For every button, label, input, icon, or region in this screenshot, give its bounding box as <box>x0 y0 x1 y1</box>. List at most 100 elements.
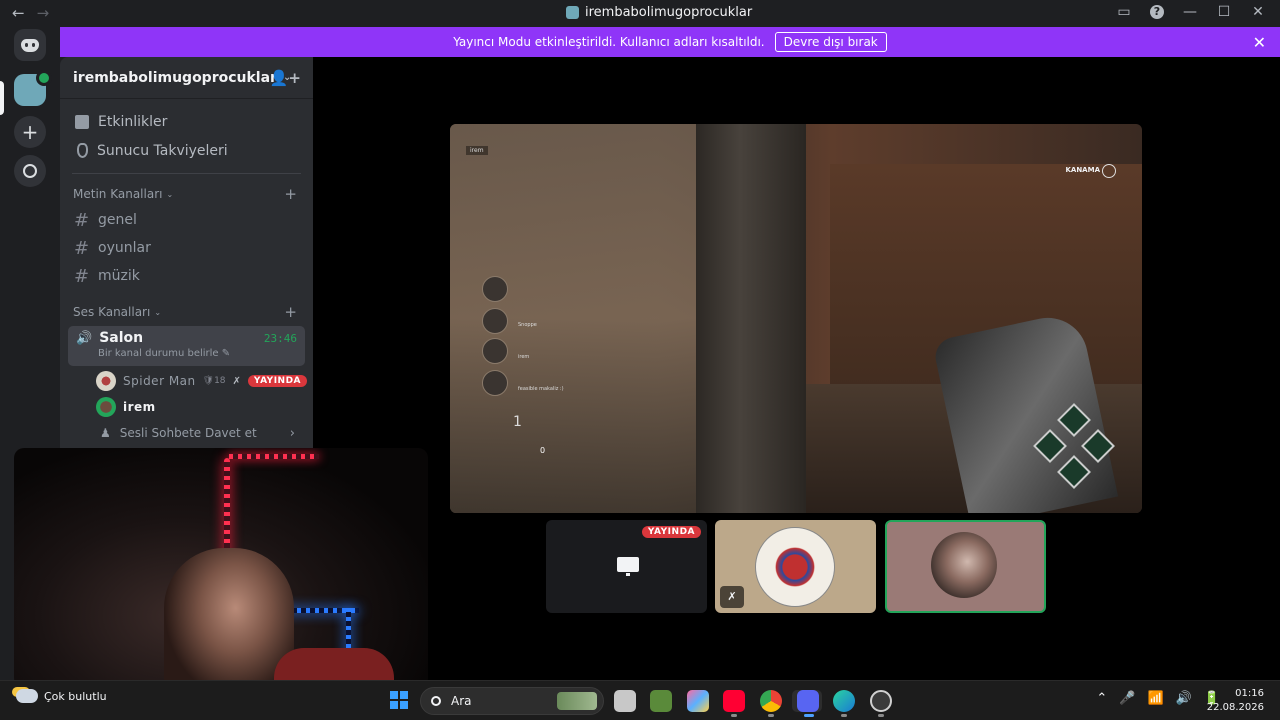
minimize-button[interactable]: — <box>1182 4 1198 20</box>
wifi-icon[interactable]: 📶 <box>1147 691 1163 706</box>
voice-stage: irem KANAMA ⠀ Snoppe irem feasible makal… <box>313 57 1280 680</box>
clock-date: 22.08.2026 <box>1206 702 1264 713</box>
participant-tile-spider-man[interactable]: ✗ <box>715 520 876 613</box>
channel-muzik[interactable]: # müzik <box>60 262 313 290</box>
volume-icon[interactable]: 🔊 <box>1176 691 1192 706</box>
inbox-icon[interactable]: ▭ <box>1116 4 1132 20</box>
discord-logo-icon <box>21 38 39 52</box>
divider <box>72 173 301 174</box>
window-title-text: irembabolimugoprocuklar <box>585 5 753 20</box>
hash-icon: # <box>74 209 90 231</box>
avatar <box>755 527 835 607</box>
active-indicator <box>804 714 814 717</box>
close-banner-icon[interactable]: ✕ <box>1253 33 1266 52</box>
start-button[interactable] <box>390 691 408 709</box>
hash-icon: # <box>74 265 90 287</box>
chrome-icon[interactable] <box>760 690 782 712</box>
running-indicator <box>768 714 774 717</box>
task-view-icon[interactable] <box>614 690 636 712</box>
item-counter: 0 <box>540 446 546 455</box>
clock-time: 01:16 <box>1235 688 1264 699</box>
text-channels-category[interactable]: Metin Kanalları ⌄ + <box>60 182 313 206</box>
running-indicator <box>878 714 884 717</box>
youtube-icon[interactable] <box>723 690 745 712</box>
channel-oyunlar[interactable]: # oyunlar <box>60 234 313 262</box>
boost-icon <box>77 143 88 158</box>
disable-streamer-mode-button[interactable]: Devre dışı bırak <box>774 32 887 52</box>
running-indicator <box>841 714 847 717</box>
survivor-portrait <box>482 276 508 302</box>
windows-logo-icon <box>390 691 398 699</box>
events-label: Etkinlikler <box>98 113 168 130</box>
participant-tile-irem[interactable] <box>885 520 1046 613</box>
avatar <box>96 397 116 417</box>
search-icon <box>431 696 441 706</box>
survivor-name: Snoppe <box>518 322 537 328</box>
hud-status-label: KANAMA <box>1065 166 1100 174</box>
search-highlight-icon <box>557 692 597 710</box>
taskbar-search[interactable]: Ara <box>420 687 604 715</box>
voice-channels-category[interactable]: Ses Kanalları ⌄ + <box>60 300 313 324</box>
invite-label: Sesli Sohbete Davet et <box>119 426 257 440</box>
copilot-icon[interactable] <box>687 690 709 712</box>
window-controls: ▭ ? — ☐ ✕ <box>1116 4 1266 20</box>
speaker-icon: 🔊 <box>76 330 93 346</box>
game-pole <box>696 124 806 513</box>
channel-genel[interactable]: # genel <box>60 206 313 234</box>
microphone-icon[interactable]: 🎤 <box>1119 691 1135 706</box>
avatar <box>96 371 116 391</box>
voice-user-spider-man[interactable]: Spider Man 🛡18 ✗ YAYINDA <box>60 368 313 394</box>
hud-player-tag: irem <box>466 146 488 155</box>
channel-name: oyunlar <box>98 240 151 256</box>
set-channel-status[interactable]: Bir kanal durumu belirle ✎ <box>98 348 297 359</box>
clock-app-icon[interactable] <box>870 690 892 712</box>
badge-count: 🛡18 <box>202 376 226 386</box>
survivor-name: ⠀ <box>518 294 522 300</box>
weather-text: Çok bulutlu <box>44 689 107 703</box>
maximize-button[interactable]: ☐ <box>1216 4 1232 20</box>
survivor-portrait <box>482 338 508 364</box>
live-badge: YAYINDA <box>641 526 701 538</box>
server-button[interactable] <box>14 70 52 106</box>
create-channel-icon[interactable]: + <box>284 303 297 321</box>
category-label: Ses Kanalları <box>73 305 151 319</box>
hook-counter: 1 <box>513 414 522 430</box>
add-server-button[interactable]: + <box>14 116 46 148</box>
title-bar: ← → irembabolimugoprocuklar ▭ ? — ☐ ✕ <box>0 0 1280 27</box>
stream-video[interactable]: irem KANAMA ⠀ Snoppe irem feasible makal… <box>450 124 1142 513</box>
survivor-name: irem <box>518 354 530 360</box>
cloud-icon <box>16 689 38 703</box>
muted-mic-icon: ✗ <box>232 375 241 387</box>
back-arrow-icon[interactable]: ← <box>12 4 25 22</box>
help-icon[interactable]: ? <box>1150 5 1164 19</box>
close-button[interactable]: ✕ <box>1250 4 1266 20</box>
led-strip <box>229 454 319 459</box>
voice-user-irem[interactable]: irem <box>60 394 313 420</box>
discord-home-button[interactable] <box>14 29 46 61</box>
system-tray: ⌃ 🎤 📶 🔊 🔋 <box>1096 691 1220 706</box>
weather-widget[interactable]: Çok bulutlu <box>16 689 107 703</box>
taskbar-clock[interactable]: 01:16 22.08.2026 <box>1207 687 1264 715</box>
create-channel-icon[interactable]: + <box>284 185 297 203</box>
server-header[interactable]: irembabolimugoprocuklar ⌄ 👤+ <box>60 57 313 99</box>
chevron-down-icon: ⌄ <box>166 189 174 199</box>
events-item[interactable]: Etkinlikler <box>60 107 313 136</box>
survivor-portrait <box>482 308 508 334</box>
server-name: irembabolimugoprocuklar <box>73 69 277 86</box>
category-label: Metin Kanalları <box>73 187 163 201</box>
server-boosts-item[interactable]: Sunucu Takviyeleri <box>60 136 313 165</box>
edge-icon[interactable] <box>833 690 855 712</box>
voice-channel-salon[interactable]: 🔊 Salon 23:46 Bir kanal durumu belirle ✎ <box>68 326 305 366</box>
invite-to-voice-button[interactable]: ♟ Sesli Sohbete Davet et › <box>60 420 313 446</box>
compass-icon <box>23 164 37 178</box>
invite-people-icon[interactable]: 👤+ <box>270 69 301 87</box>
banner-text: Yayıncı Modu etkinleştirildi. Kullanıcı … <box>453 35 765 49</box>
discover-button[interactable] <box>14 155 46 187</box>
monitor-icon <box>617 557 639 576</box>
minecraft-icon[interactable] <box>650 690 672 712</box>
stream-tile[interactable]: YAYINDA <box>546 520 707 613</box>
channel-name: müzik <box>98 268 140 284</box>
live-badge: YAYINDA <box>247 375 308 387</box>
forward-arrow-icon[interactable]: → <box>37 4 50 22</box>
chevron-up-icon[interactable]: ⌃ <box>1096 691 1107 706</box>
